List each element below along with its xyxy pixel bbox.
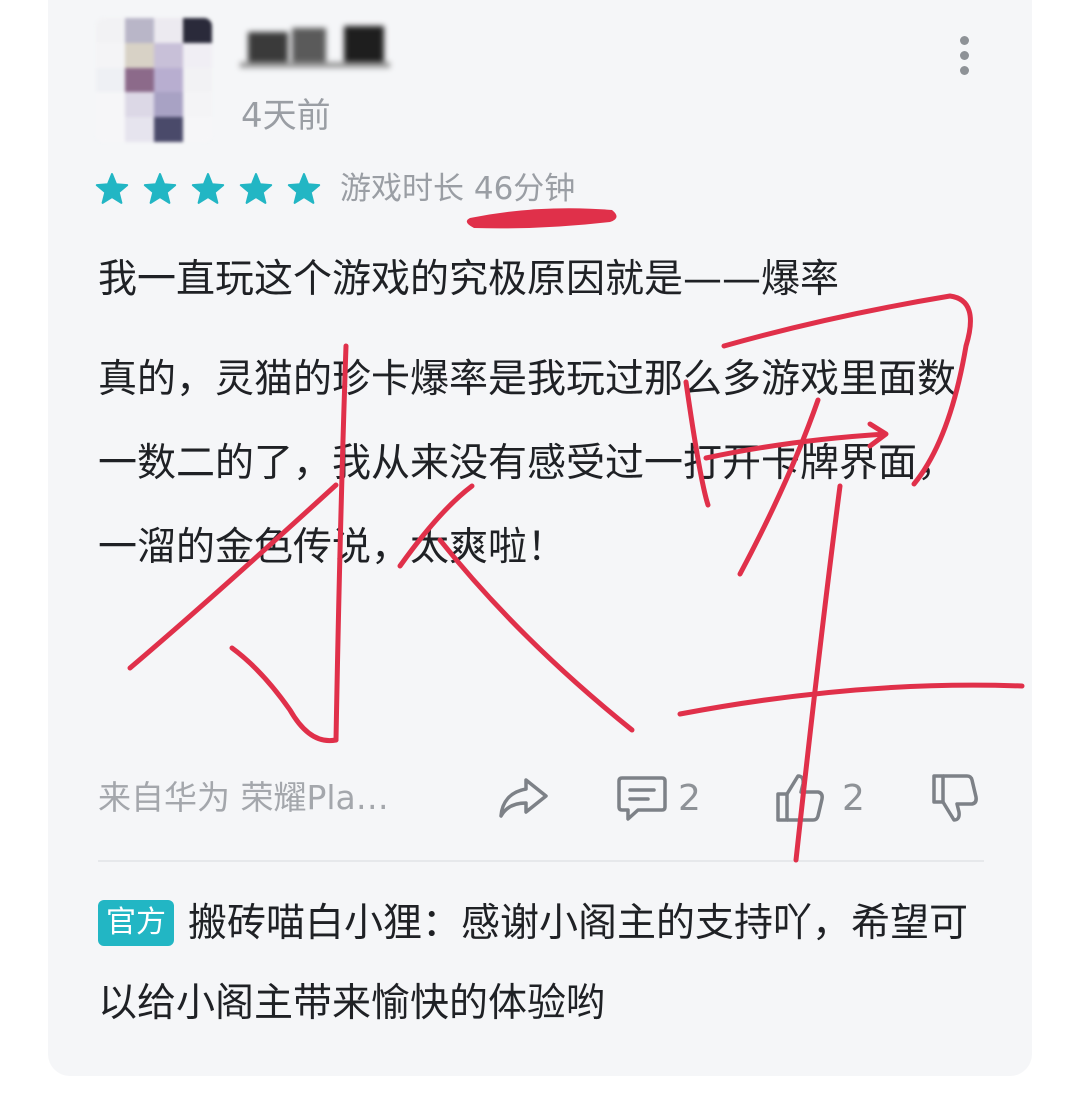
review-content: 我一直玩这个游戏的究极原因就是——爆率 真的，灵猫的珍卡爆率是我玩过那么多游戏里… (98, 238, 978, 590)
review-paragraph: 真的，灵猫的珍卡爆率是我玩过那么多游戏里面数一数二的了，我从来没有感受过一打开卡… (98, 357, 957, 570)
official-reply[interactable]: 官方 搬砖喵白小狸：感谢小阁主的支持吖，希望可以给小阁主带来愉快的体验哟 (98, 884, 968, 1044)
comment-button[interactable]: 2 (616, 770, 701, 826)
review-time: 4天前 (241, 96, 331, 136)
star-icon (287, 173, 321, 204)
star-icon (143, 173, 177, 204)
divider (98, 860, 984, 862)
official-badge: 官方 (98, 900, 174, 946)
more-options-button[interactable] (950, 30, 980, 80)
star-icon (239, 173, 273, 204)
review-footer: 来自华为 荣耀Pla… 2 2 (98, 766, 984, 830)
playtime-label: 游戏时长 46分钟 (340, 171, 576, 207)
star-rating (94, 170, 326, 210)
like-button[interactable]: 2 (774, 770, 865, 826)
more-vertical-icon (960, 36, 969, 45)
share-button[interactable] (496, 770, 552, 826)
comment-count: 2 (678, 777, 701, 819)
share-icon (499, 778, 548, 818)
like-count: 2 (842, 777, 865, 819)
comment-icon (617, 776, 667, 821)
device-source: 来自华为 荣耀Pla… (98, 778, 389, 817)
star-icon (191, 173, 225, 204)
star-icon (95, 173, 129, 204)
official-reply-text: 搬砖喵白小狸：感谢小阁主的支持吖，希望可以给小阁主带来愉快的体验哟 (98, 901, 969, 1026)
dislike-button[interactable] (930, 770, 980, 826)
thumbs-down-icon (932, 774, 978, 822)
thumbs-up-icon (776, 774, 824, 822)
review-paragraph: 我一直玩这个游戏的究极原因就是——爆率 (98, 257, 840, 302)
username-blurred[interactable] (240, 22, 390, 74)
avatar[interactable] (96, 18, 212, 142)
